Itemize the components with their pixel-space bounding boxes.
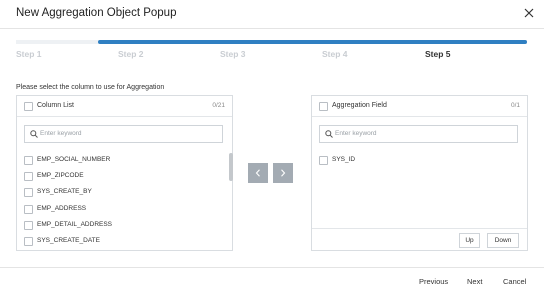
step-progress-track (16, 40, 527, 44)
step-2: Step 2 (118, 49, 144, 59)
step-5: Step 5 (425, 49, 451, 59)
item-label: SYS_CREATE_DATE (37, 237, 100, 244)
close-button[interactable] (522, 6, 536, 20)
previous-button[interactable]: Previous (419, 277, 448, 286)
footer-divider (0, 267, 544, 268)
column-list-header: Column List 0/21 (17, 96, 232, 117)
item-checkbox[interactable] (24, 237, 33, 246)
item-checkbox[interactable] (24, 172, 33, 181)
aggregation-field-search[interactable] (319, 125, 518, 143)
next-button[interactable]: Next (467, 277, 482, 286)
item-label: SYS_ID (332, 156, 356, 163)
chevron-left-icon (255, 169, 260, 177)
step-3: Step 3 (220, 49, 246, 59)
item-checkbox[interactable] (24, 156, 33, 165)
move-left-button[interactable] (248, 163, 268, 183)
move-down-button[interactable]: Down (487, 233, 519, 248)
dialog-title: New Aggregation Object Popup (16, 7, 177, 19)
aggregation-field-count: 0/1 (510, 102, 520, 109)
chevron-right-icon (281, 169, 286, 177)
column-list-scrollbar[interactable] (229, 153, 233, 181)
item-label: EMP_ADDRESS (37, 205, 87, 212)
aggregation-field-select-all-checkbox[interactable] (319, 102, 328, 111)
aggregation-field-panel: Aggregation Field 0/1 SYS_ID Up Down (311, 95, 528, 251)
item-label: EMP_ZIPCODE (37, 172, 84, 179)
item-checkbox[interactable] (24, 221, 33, 230)
search-icon (30, 130, 38, 138)
column-list-search[interactable] (24, 125, 223, 143)
item-checkbox[interactable] (24, 188, 33, 197)
column-list-panel: Column List 0/21 EMP_SOCIAL_NUMBER EMP_Z… (16, 95, 233, 251)
aggregation-field-search-input[interactable] (335, 127, 495, 140)
item-checkbox[interactable] (24, 205, 33, 214)
aggregation-field-header: Aggregation Field 0/1 (312, 96, 527, 117)
move-right-button[interactable] (273, 163, 293, 183)
step-4: Step 4 (322, 49, 348, 59)
instruction-text: Please select the column to use for Aggr… (16, 84, 165, 91)
step-progress-fill (97, 40, 527, 44)
item-label: EMP_DETAIL_ADDRESS (37, 221, 113, 228)
item-checkbox[interactable] (319, 156, 328, 165)
cancel-button[interactable]: Cancel (503, 277, 526, 286)
close-icon (524, 8, 534, 18)
column-list-select-all-checkbox[interactable] (24, 102, 33, 111)
step-1: Step 1 (16, 49, 42, 59)
column-list-count: 0/21 (212, 102, 225, 109)
move-up-button[interactable]: Up (459, 233, 480, 248)
header-divider (0, 28, 544, 29)
column-list-title: Column List (37, 102, 74, 109)
item-label: EMP_SOCIAL_NUMBER (37, 156, 111, 163)
aggregation-field-footer-divider (312, 228, 527, 229)
aggregation-field-title: Aggregation Field (332, 102, 387, 109)
column-list-search-input[interactable] (40, 127, 200, 140)
item-label: SYS_CREATE_BY (37, 188, 92, 195)
search-icon (325, 130, 333, 138)
